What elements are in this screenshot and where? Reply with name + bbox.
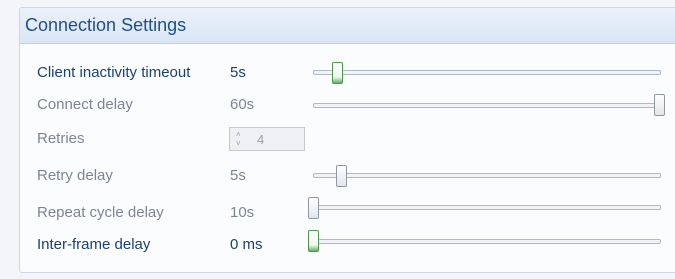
repeat-cycle-delay-slider-track[interactable] xyxy=(313,205,661,210)
spin-down-icon[interactable]: ˅ xyxy=(236,139,241,148)
client-inactivity-timeout-slider-thumb[interactable] xyxy=(332,62,343,84)
client-inactivity-timeout-slider-track[interactable] xyxy=(313,70,661,75)
connect-delay-slider-thumb[interactable] xyxy=(654,94,665,116)
client-inactivity-timeout-value: 5s xyxy=(230,64,246,81)
panel-title: Connection Settings xyxy=(25,15,187,35)
repeat-cycle-delay-value: 10s xyxy=(230,204,255,221)
repeat-cycle-delay-slider-thumb[interactable] xyxy=(308,197,319,219)
retry-delay-value: 5s xyxy=(230,167,246,184)
panel-header: Connection Settings xyxy=(20,8,675,44)
inter-frame-delay-slider-thumb[interactable] xyxy=(308,230,319,252)
client-inactivity-timeout-label: Client inactivity timeout xyxy=(37,64,191,81)
repeat-cycle-delay-label: Repeat cycle delay xyxy=(37,204,164,221)
retry-delay-slider-thumb[interactable] xyxy=(336,165,347,187)
connect-delay-label: Connect delay xyxy=(37,96,133,113)
retry-delay-label: Retry delay xyxy=(37,167,113,184)
connection-settings-panel: Connection Settings Client inactivity ti… xyxy=(19,7,675,273)
spinner-arrows-icon[interactable]: ˄ ˅ xyxy=(236,130,241,148)
retries-label: Retries xyxy=(37,130,85,147)
connect-delay-slider-track[interactable] xyxy=(313,103,661,108)
retries-value[interactable]: 4 xyxy=(257,132,264,147)
retries-spinner[interactable]: ˄ ˅ 4 xyxy=(229,127,305,151)
inter-frame-delay-value: 0 ms xyxy=(230,236,263,253)
spin-up-icon[interactable]: ˄ xyxy=(236,130,241,139)
inter-frame-delay-label: Inter-frame delay xyxy=(37,236,151,253)
connect-delay-value: 60s xyxy=(230,96,255,113)
inter-frame-delay-slider-track[interactable] xyxy=(313,239,661,244)
retry-delay-slider-track[interactable] xyxy=(313,173,661,178)
